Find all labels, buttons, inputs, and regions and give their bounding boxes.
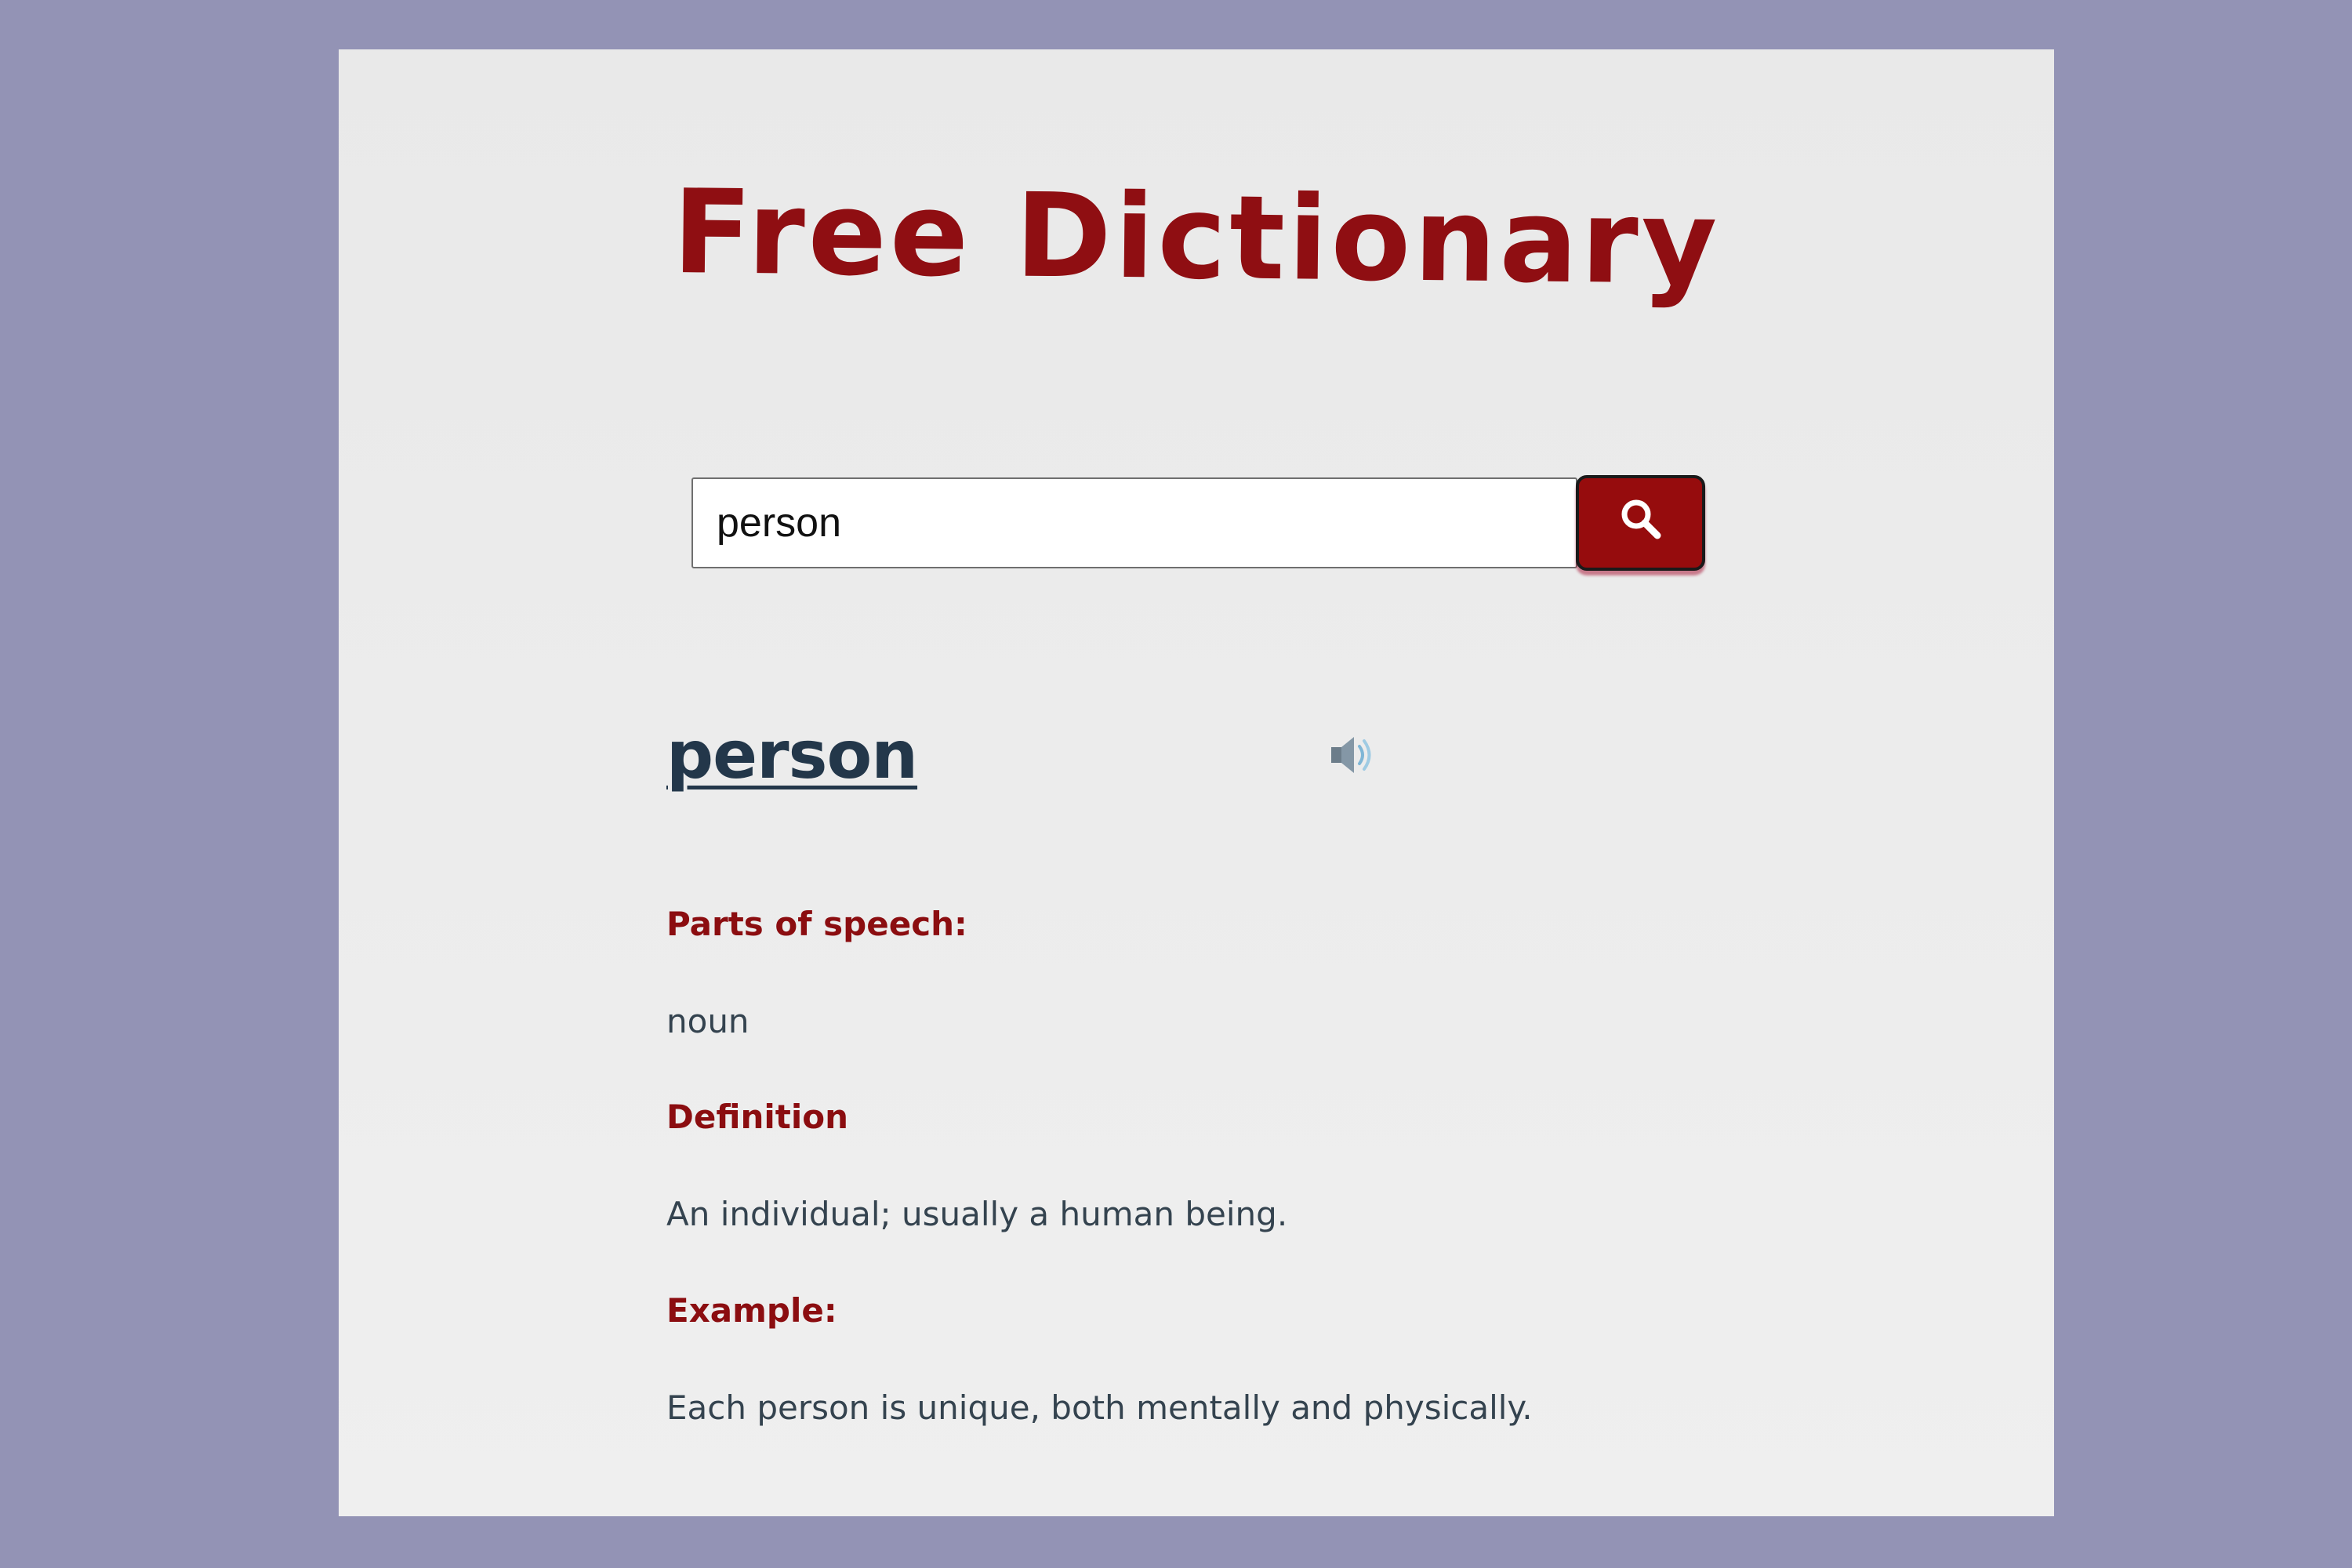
app-title: Free Dictionary [672,165,1721,310]
search-button[interactable] [1576,475,1705,571]
search-icon [1621,499,1661,539]
search-input[interactable] [691,477,1577,568]
definition-text: An individual; usually a human being. [666,1195,1288,1233]
definition-label: Definition [666,1098,849,1136]
dictionary-card: Free Dictionary person Parts of speech: … [339,49,2054,1516]
example-label: Example: [666,1291,837,1330]
parts-of-speech-value: noun [666,1002,750,1040]
parts-of-speech-label: Parts of speech: [666,905,967,943]
speaker-icon [1331,737,1371,773]
example-text: Each person is unique, both mentally and… [666,1388,1533,1427]
word-heading: person [666,717,918,793]
play-pronunciation-button[interactable] [1328,730,1378,780]
